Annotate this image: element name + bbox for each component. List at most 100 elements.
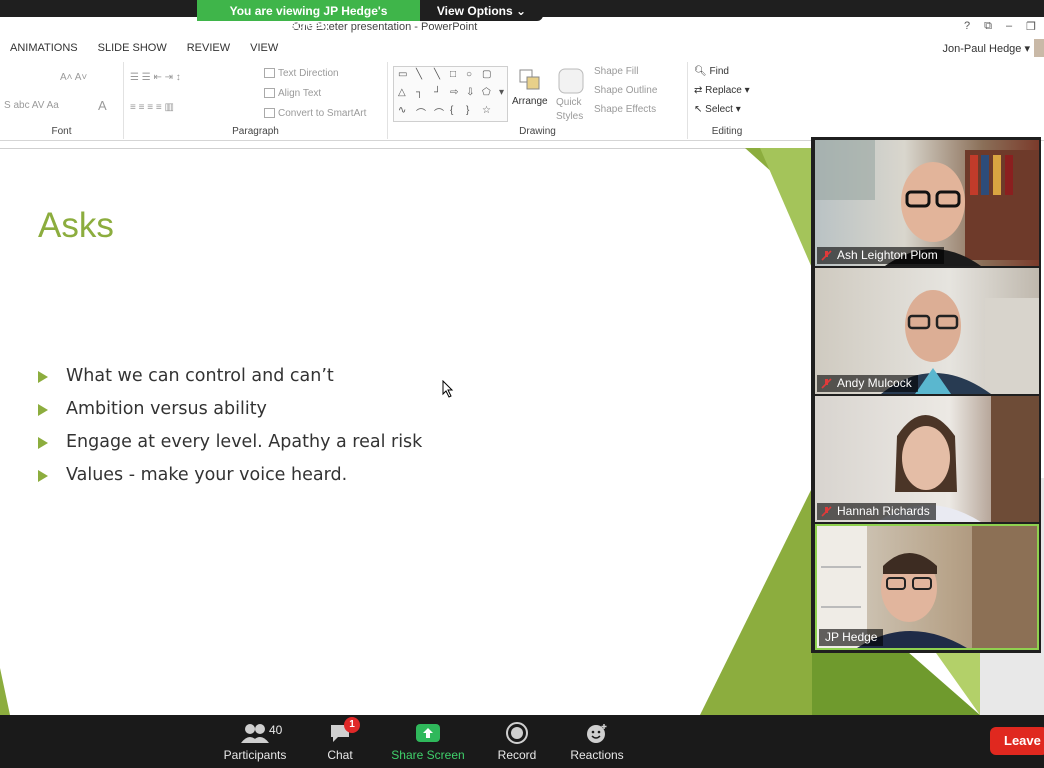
align-text-label: Align Text: [278, 88, 322, 99]
reactions-icon: [587, 724, 607, 743]
participants-label: Participants: [223, 748, 287, 762]
video-tile[interactable]: Hannah Richards: [815, 396, 1039, 522]
chevron-down-icon: ⌄: [516, 4, 527, 18]
video-tile[interactable]: JP Hedge: [815, 524, 1039, 650]
align-icons[interactable]: ≡ ≡ ≡ ≡ ▥: [130, 102, 174, 113]
grow-font-icon[interactable]: A˄ A˅: [60, 72, 87, 83]
bullet-text: Ambition versus ability: [66, 399, 267, 419]
share-screen-button[interactable]: Share Screen: [388, 715, 468, 768]
bullet-text: What we can control and can’t: [66, 366, 334, 386]
bullets-icon[interactable]: ☰ ☰ ⇤ ⇥ ↕: [130, 72, 181, 83]
record-icon: [506, 722, 528, 744]
line2-shape-icon[interactable]: ╲: [434, 69, 440, 80]
shapes-gallery[interactable]: ▭ ╲ ╲ □ ○ ▢ △ ┐ ┘ ⇨ ⇩ ⬠ ∿ ⌒ ⌒ { } ☆ ▾: [393, 66, 508, 122]
rounded-rect-shape-icon[interactable]: ▢: [482, 69, 491, 80]
editing-group-label: Editing: [711, 126, 743, 137]
bullet-arrow-icon: [38, 437, 48, 449]
replace-button[interactable]: ⇄ Replace ▾: [694, 85, 750, 96]
arrange-button[interactable]: Arrange: [512, 96, 548, 107]
help-icon[interactable]: ?: [964, 20, 970, 33]
shape-fill-button[interactable]: Shape Fill: [594, 66, 638, 77]
bullet-arrow-icon: [38, 404, 48, 416]
connector-shape-icon[interactable]: ┐: [416, 87, 423, 98]
freeform-shape-icon[interactable]: ∿: [398, 105, 406, 116]
line-shape-icon[interactable]: ╲: [416, 69, 422, 80]
view-options-button[interactable]: View Options ⌄: [420, 0, 543, 21]
arrow-right-shape-icon[interactable]: ⇨: [450, 87, 458, 98]
share-screen-icon: [416, 724, 440, 742]
find-button[interactable]: 🔍︎ Find: [694, 66, 729, 77]
gallery-scroll-icon[interactable]: ▾: [499, 87, 504, 98]
shape-fill-label: Shape Fill: [594, 66, 639, 77]
align-text-icon: [264, 88, 275, 99]
tab-animations[interactable]: ANIMATIONS: [0, 40, 88, 60]
star-shape-icon[interactable]: ☆: [482, 105, 491, 116]
select-label: Select: [705, 104, 733, 115]
quick-styles-button[interactable]: Quick Styles: [556, 96, 586, 124]
triangle-shape-icon[interactable]: △: [398, 87, 406, 98]
leave-button[interactable]: Leave: [990, 727, 1044, 755]
select-icon: ↖: [694, 104, 703, 115]
video-tile[interactable]: Ash Leighton Plom: [815, 140, 1039, 266]
pentagon-shape-icon[interactable]: ⬠: [482, 87, 491, 98]
viewing-screen-label: You are viewing JP Hedge's screen: [197, 0, 420, 32]
participants-count: 40: [269, 723, 283, 737]
editing-group: 🔍︎ Find ⇄ Replace ▾ ↖ Select ▾ Editing: [688, 62, 766, 139]
tab-view[interactable]: VIEW: [240, 40, 288, 60]
select-button[interactable]: ↖ Select ▾: [694, 104, 741, 115]
meeting-toolbar: Participants 40 Chat 1 Share Screen Reco…: [0, 715, 1044, 768]
shape-outline-label: Shape Outline: [594, 85, 658, 96]
brace-right-shape-icon[interactable]: }: [466, 105, 469, 116]
text-direction-label: Text Direction: [278, 68, 339, 79]
ribbon-display-icon[interactable]: ⧉: [984, 20, 992, 33]
align-text-button[interactable]: Align Text: [264, 88, 321, 99]
arc-shape-icon[interactable]: ⌒: [434, 105, 444, 120]
arrange-label: Arrange: [512, 96, 548, 107]
record-button[interactable]: Record: [492, 715, 542, 768]
text-direction-button[interactable]: Text Direction: [264, 68, 339, 79]
paragraph-group-label: Paragraph: [232, 126, 279, 137]
rect-shape-icon[interactable]: □: [450, 69, 456, 80]
tab-slide-show[interactable]: SLIDE SHOW: [88, 40, 177, 60]
shape-effects-button[interactable]: Shape Effects: [594, 104, 656, 115]
avatar[interactable]: [1034, 39, 1044, 57]
list-item: Engage at every level. Apathy a real ris…: [38, 432, 422, 465]
quick-styles-icon: [558, 68, 584, 94]
chat-label: Chat: [327, 748, 353, 762]
account-name[interactable]: Jon-Paul Hedge ▾: [943, 42, 1030, 55]
oval-shape-icon[interactable]: ○: [466, 69, 472, 80]
participant-name: Ash Leighton Plom: [837, 248, 938, 262]
strikethrough-icon[interactable]: S abc AV Aa: [4, 100, 59, 111]
tab-review[interactable]: REVIEW: [177, 40, 240, 60]
reactions-button[interactable]: Reactions: [566, 715, 628, 768]
font-group: A˄ A˅ S abc AV Aa A Font: [0, 62, 124, 139]
shape-effects-label: Shape Effects: [594, 104, 657, 115]
participant-name: Andy Mulcock: [837, 376, 912, 390]
brace-left-shape-icon[interactable]: {: [450, 105, 453, 116]
quick-styles-label: Quick Styles: [556, 97, 584, 122]
font-color-icon[interactable]: A: [98, 98, 107, 113]
participant-name: Hannah Richards: [837, 504, 930, 518]
ribbon-tabs: ANIMATIONS SLIDE SHOW REVIEW VIEW: [0, 40, 1044, 60]
arrow-down-shape-icon[interactable]: ⇩: [466, 87, 474, 98]
slide-title: Asks: [38, 206, 114, 245]
shape-outline-button[interactable]: Shape Outline: [594, 85, 657, 96]
video-gallery: Ash Leighton Plom Andy Mulcock Hannah Ri…: [811, 137, 1041, 653]
curve-shape-icon[interactable]: ⌒: [416, 105, 426, 120]
bullet-arrow-icon: [38, 371, 48, 383]
textbox-shape-icon[interactable]: ▭: [398, 69, 407, 80]
window-controls: ? ⧉ – ❐: [964, 20, 1036, 33]
convert-smartart-label: Convert to SmartArt: [278, 108, 367, 119]
arrange-icon: [518, 68, 542, 92]
record-label: Record: [497, 748, 537, 762]
participants-icon: [241, 724, 269, 743]
minimize-icon[interactable]: –: [1006, 20, 1012, 33]
slide-bullets: What we can control and can’t Ambition v…: [38, 366, 422, 498]
elbow-shape-icon[interactable]: ┘: [434, 87, 441, 98]
bullet-text: Values - make your voice heard.: [66, 465, 348, 485]
video-tile[interactable]: Andy Mulcock: [815, 268, 1039, 394]
list-item: What we can control and can’t: [38, 366, 422, 399]
replace-label: Replace: [705, 85, 742, 96]
restore-icon[interactable]: ❐: [1026, 20, 1036, 33]
convert-smartart-button[interactable]: Convert to SmartArt: [264, 108, 366, 119]
